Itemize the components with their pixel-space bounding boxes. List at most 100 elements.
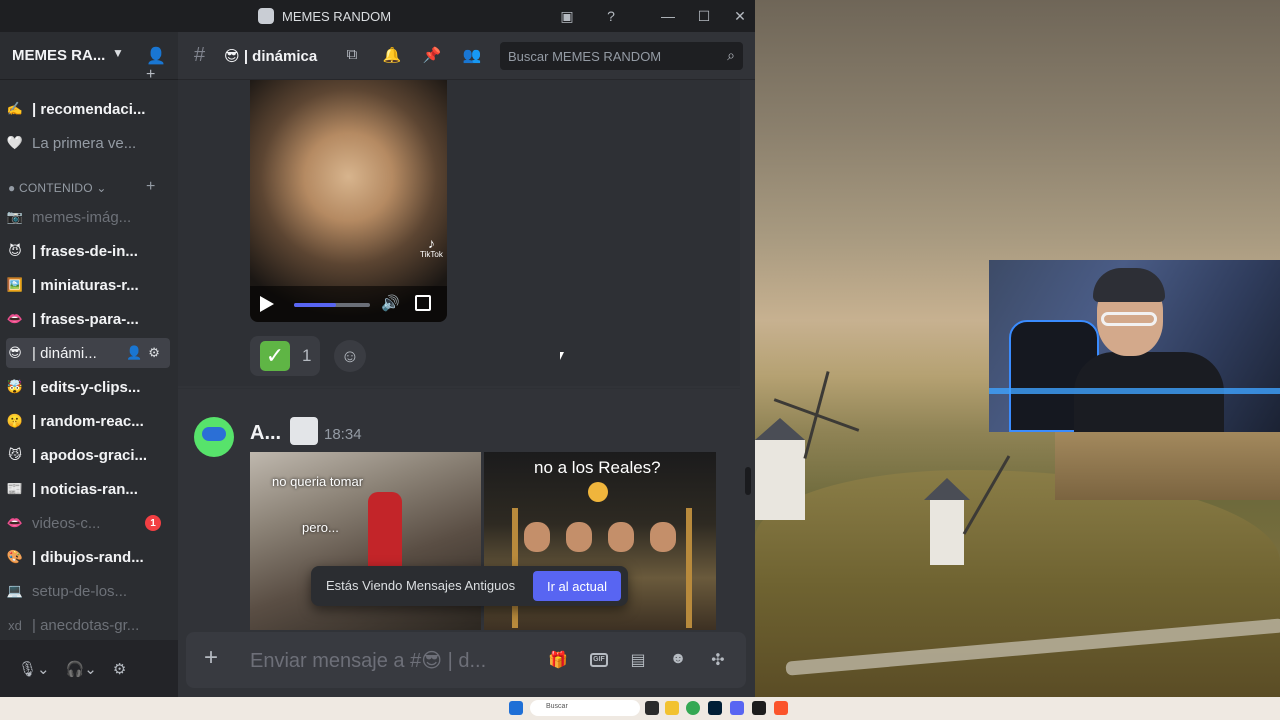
scrollbar-thumb[interactable]	[745, 467, 751, 495]
channel-label: | anecdotas-gr...	[32, 616, 140, 634]
image-person	[650, 522, 676, 552]
gif-icon[interactable]: GIF	[590, 653, 608, 667]
window-title: MEMES RANDOM	[258, 8, 391, 24]
reaction-count: 1	[302, 346, 312, 365]
app-taskbar-icon[interactable]	[752, 701, 766, 715]
channel-label: | dibujos-rand...	[32, 548, 144, 566]
sad-face-icon	[588, 482, 608, 502]
image-caption: no queria tomar	[272, 474, 364, 489]
wallpaper-windmill	[924, 478, 970, 565]
bell-icon[interactable]: 🔔	[382, 46, 402, 66]
sidebar-item-recomendaciones[interactable]: ✍️ | recomendaci...	[6, 94, 170, 124]
reaction-pill[interactable]: ✓ 1	[250, 336, 320, 376]
avatar[interactable]	[194, 417, 234, 457]
jump-to-present-button[interactable]: Ir al actual	[533, 571, 621, 601]
channel-label: | noticias-ran...	[32, 480, 138, 498]
invite-people-icon[interactable]: 👤+	[146, 46, 166, 83]
message-composer: + Enviar mensaje a #😎 | d... 🎁 GIF ▤ ☻ ✣	[186, 632, 746, 688]
search-input[interactable]: Buscar MEMES RANDOM ⌕	[500, 42, 743, 70]
channel-emoji: ✍️	[6, 101, 24, 116]
channel-actions: 👤 ⚙	[126, 345, 160, 361]
channel-emoji: 🎨	[6, 549, 24, 564]
sticker-icon[interactable]: ▤	[628, 650, 648, 670]
gift-icon[interactable]: 🎁	[548, 650, 568, 670]
microphone-icon[interactable]: 🎙⌄	[18, 660, 50, 678]
window-title-text: MEMES RANDOM	[282, 8, 392, 24]
search-icon: ⌕	[727, 47, 735, 63]
settings-gear-icon[interactable]: ⚙	[113, 660, 126, 678]
message-list: ♪ TikTok 🔊 ✓ 1 ☺ A... 18:34 no queria to…	[178, 80, 755, 630]
taskbar: Buscar	[0, 697, 1280, 720]
gear-icon[interactable]: ⚙	[148, 345, 160, 361]
discord-logo-icon	[258, 8, 274, 24]
invite-icon[interactable]: 👤	[126, 345, 142, 361]
photoshop-icon[interactable]	[708, 701, 722, 715]
channel-emoji: 🖼️	[6, 277, 24, 292]
headphones-icon[interactable]: 🎧⌄	[66, 660, 97, 678]
image-caption: pero...	[302, 520, 339, 535]
file-explorer-icon[interactable]	[665, 701, 679, 715]
sidebar-item-random-reac[interactable]: 🤫 | random-reac...	[6, 406, 170, 436]
minimize-button[interactable]: —	[658, 6, 678, 26]
channel-emoji: 🤫	[6, 413, 24, 428]
fullscreen-icon[interactable]	[415, 295, 431, 311]
upload-plus-icon[interactable]: +	[204, 644, 218, 672]
channel-label: La primera ve...	[32, 134, 137, 152]
brave-icon[interactable]	[774, 701, 788, 715]
apps-icon[interactable]: ✣	[708, 650, 728, 670]
channel-emoji: 🤍	[6, 135, 24, 150]
pin-icon[interactable]: 📌	[422, 46, 442, 66]
discord-taskbar-icon[interactable]	[730, 701, 744, 715]
sidebar-item-apodos[interactable]: 😼 | apodos-graci...	[6, 440, 170, 470]
channel-label: | frases-de-in...	[32, 242, 138, 260]
chevron-down-icon[interactable]: ▼	[112, 46, 124, 60]
emoji-icon[interactable]: ☻	[668, 650, 688, 670]
webcam-person-cap	[1093, 268, 1165, 302]
play-icon[interactable]	[260, 296, 274, 312]
title-bar: MEMES RANDOM ▣ ? — ☐ ✕	[0, 0, 755, 32]
channel-emoji: 📰	[6, 481, 24, 496]
members-icon[interactable]: 👥	[462, 46, 482, 66]
sidebar-item-setup[interactable]: 💻 setup-de-los...	[6, 576, 170, 606]
sidebar-item-noticias[interactable]: 📰 | noticias-ran...	[6, 474, 170, 504]
message-input[interactable]: Enviar mensaje a #😎 | d...	[250, 648, 486, 673]
tiktok-icon: ♪	[427, 235, 435, 251]
video-progress-bar[interactable]	[294, 303, 370, 307]
taskbar-search[interactable]: Buscar	[530, 700, 640, 716]
sidebar-item-memes-imagenes[interactable]: 📷 memes-imág...	[6, 202, 170, 232]
image-person	[608, 522, 634, 552]
maximize-button[interactable]: ☐	[694, 6, 714, 26]
wallpaper-windmill	[755, 418, 805, 520]
inbox-icon[interactable]: ▣	[557, 6, 577, 26]
user-panel: 🎙⌄ 🎧⌄ ⚙	[0, 640, 178, 697]
help-icon[interactable]: ?	[601, 6, 621, 26]
category-contenido[interactable]: ● CONTENIDO ⌄	[8, 181, 107, 195]
sidebar-item-la-primera-vez[interactable]: 🤍 La primera ve...	[6, 128, 170, 158]
add-reaction-icon[interactable]: ☺	[334, 340, 366, 372]
tiktok-label: TikTok	[420, 250, 443, 260]
volume-icon[interactable]: 🔊	[381, 294, 400, 312]
taskbar-search-label: Buscar	[546, 703, 568, 710]
sidebar-item-edits-y-clips[interactable]: 🤯 | edits-y-clips...	[6, 372, 170, 402]
sidebar-item-miniaturas[interactable]: 🖼️ | miniaturas-r...	[6, 270, 170, 300]
channel-emoji: 💻	[6, 583, 24, 598]
close-button[interactable]: ✕	[730, 6, 750, 26]
task-view-icon[interactable]	[645, 701, 659, 715]
channel-emoji: 🤯	[6, 379, 24, 394]
windows-start-icon[interactable]	[509, 701, 523, 715]
sidebar-item-dibujos[interactable]: 🎨 | dibujos-rand...	[6, 542, 170, 572]
channel-label: | miniaturas-r...	[32, 276, 139, 294]
channel-title-emoji: 😎	[224, 48, 240, 65]
video-attachment[interactable]: ♪ TikTok 🔊	[250, 80, 447, 322]
author-name[interactable]: A...	[250, 422, 281, 445]
channel-header: # 😎 | dinámica ⧉ 🔔 📌 👥 Buscar MEMES RAND…	[178, 32, 755, 80]
mouse-cursor	[560, 352, 564, 360]
sidebar-item-frases-para[interactable]: 👄 | frases-para-...	[6, 304, 170, 334]
chrome-icon[interactable]	[686, 701, 700, 715]
create-channel-icon[interactable]: +	[146, 178, 155, 196]
hash-icon: #	[194, 44, 206, 66]
threads-icon[interactable]: ⧉	[342, 46, 362, 66]
video-controls: 🔊	[250, 286, 447, 322]
sidebar-item-anecdotas[interactable]: xd | anecdotas-gr...	[6, 610, 170, 640]
sidebar-item-frases-de-in[interactable]: 😈 | frases-de-in...	[6, 236, 170, 266]
